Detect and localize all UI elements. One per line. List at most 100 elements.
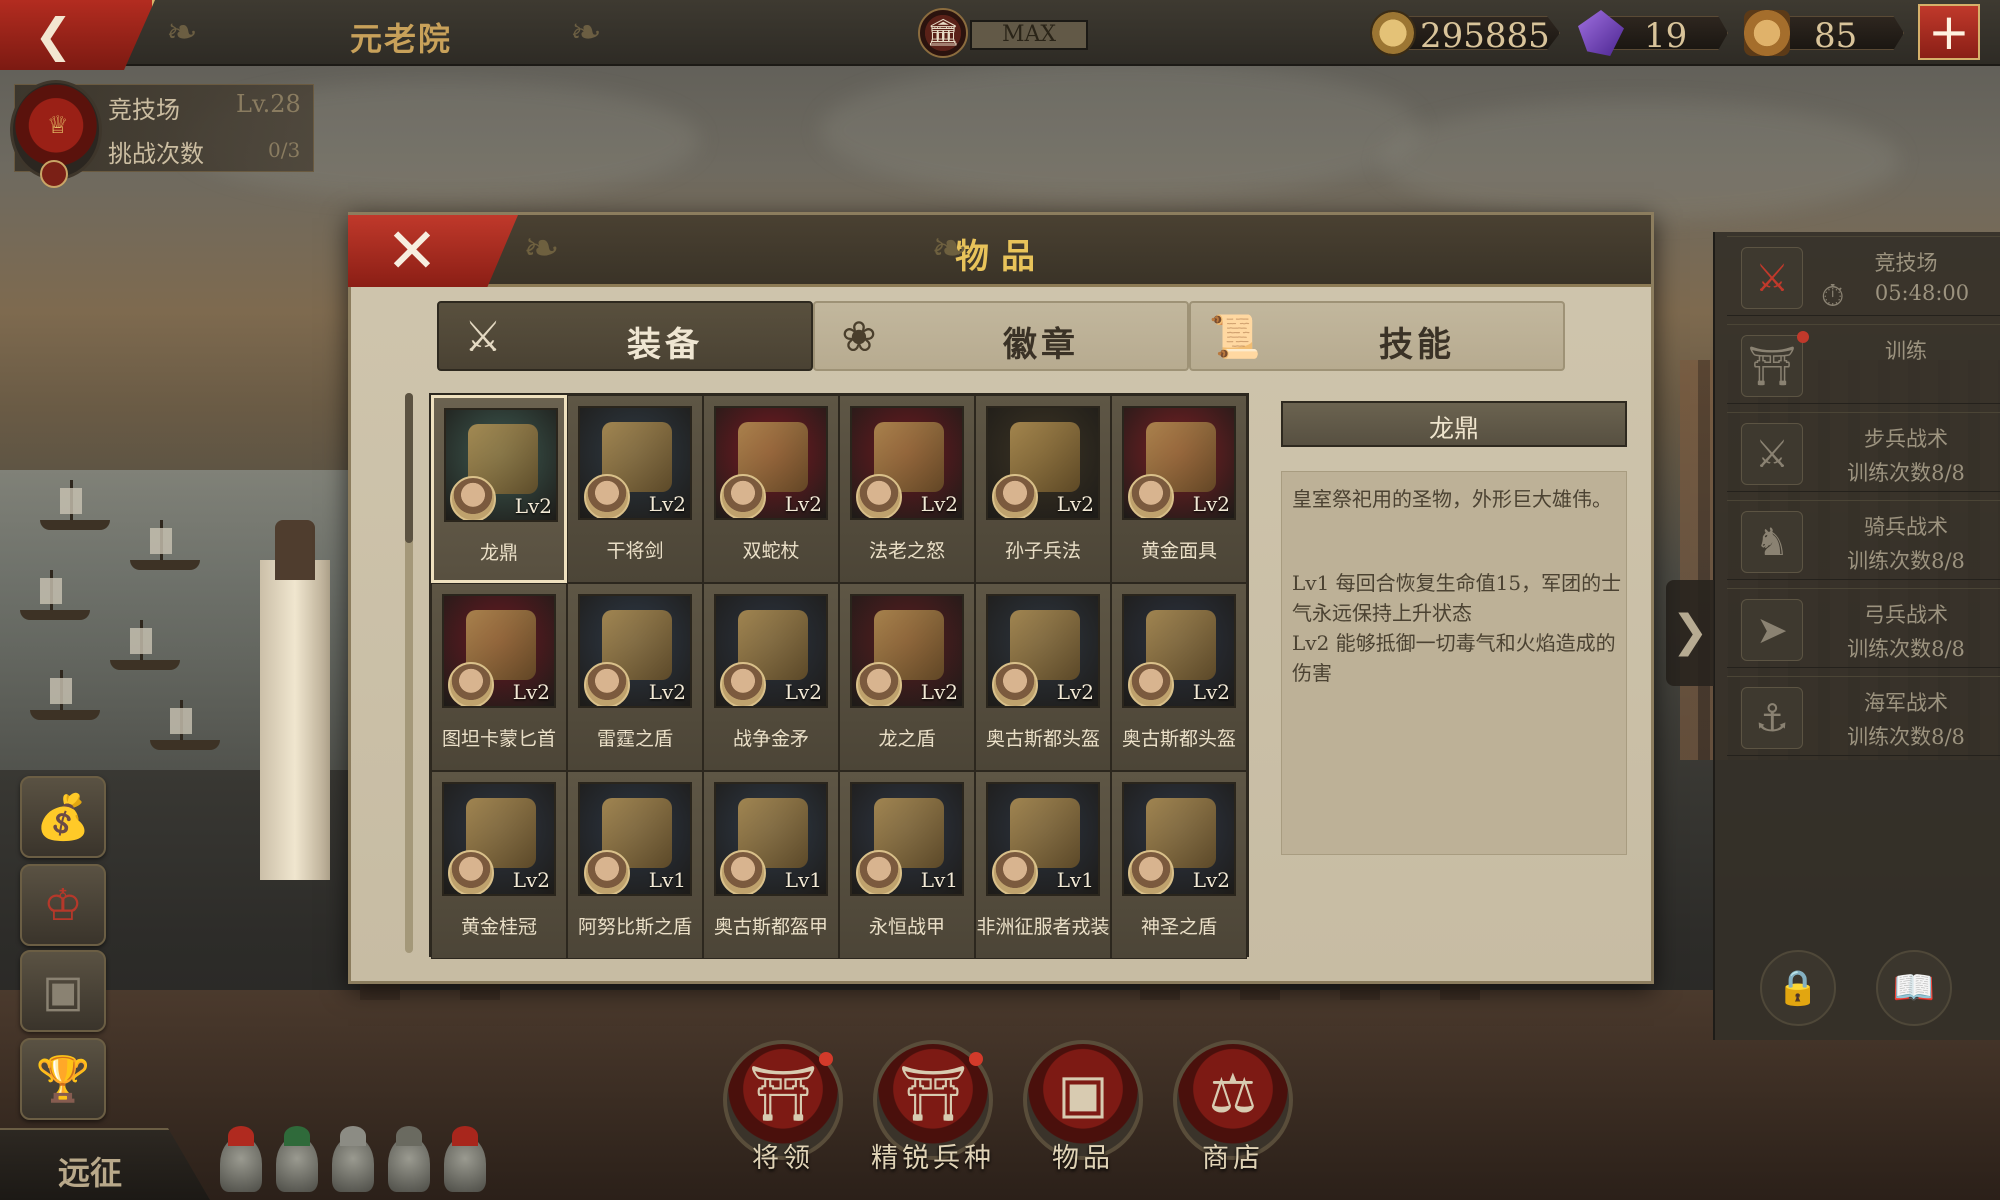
lock-button[interactable]: 🔒 <box>1760 950 1836 1026</box>
item-slot[interactable]: Lv2 法老之怒 <box>839 395 975 583</box>
item-thumbnail: Lv2 <box>850 406 964 520</box>
crown-icon: ♔ <box>43 880 83 931</box>
item-level: Lv2 <box>920 492 958 516</box>
laurel-crown-button[interactable]: ♔ <box>20 864 106 946</box>
item-slot[interactable]: Lv1 永恒战甲 <box>839 771 975 959</box>
item-slot[interactable]: Lv2 图坦卡蒙匕首 <box>431 583 567 771</box>
hero-portrait-icon <box>1128 662 1174 706</box>
item-thumbnail: Lv2 <box>1122 782 1236 896</box>
crossed-swords-icon: ⚔ <box>1741 247 1803 309</box>
rp-cavalry[interactable]: ♞ 骑兵战术 训练次数8/8 <box>1727 500 2000 580</box>
rp-countdown: 05:48:00 <box>1874 281 1970 305</box>
hero-portrait-icon <box>448 850 494 894</box>
item-thumbnail: Lv2 <box>578 406 692 520</box>
building-level: 🏛 MAX <box>918 8 1088 58</box>
hero-portrait-icon <box>450 476 496 520</box>
item-level: Lv2 <box>648 492 686 516</box>
tab-label: 技能 <box>1379 325 1455 365</box>
plus-icon: + <box>1928 3 1970 61</box>
laurel-right-icon: ❧ <box>931 223 968 274</box>
trophy-button[interactable]: 🏆 <box>20 1038 106 1120</box>
rp-training[interactable]: ⛩ 训练 <box>1727 324 2000 404</box>
building-level-bar: MAX <box>970 20 1088 50</box>
helmet-icon <box>220 1126 262 1192</box>
hero-portrait-icon <box>720 474 766 518</box>
rp-title: 骑兵战术 <box>1864 515 1948 539</box>
tab-equipment[interactable]: ⚔ 装备 <box>437 301 813 371</box>
back-button[interactable]: ❮ <box>0 0 155 70</box>
item-slot[interactable]: Lv2 孙子兵法 <box>975 395 1111 583</box>
gold-resource[interactable]: 295885 <box>1370 10 1560 56</box>
item-slot[interactable]: Lv2 双蛇杖 <box>703 395 839 583</box>
gem-resource[interactable]: 19 <box>1578 10 1728 56</box>
building-title: 元老院 <box>350 20 453 58</box>
item-thumbnail: Lv2 <box>986 406 1100 520</box>
item-level: Lv2 <box>1056 492 1094 516</box>
hero-portrait-icon <box>992 850 1038 894</box>
item-name: 战争金矛 <box>732 728 809 750</box>
rp-arena[interactable]: ⚔ 竞技场 ⏱ 05:48:00 <box>1727 236 2000 316</box>
laurel-right-icon: ❧ <box>570 10 602 54</box>
tab-skills[interactable]: 📜 技能 <box>1189 301 1565 371</box>
item-name: 奥古斯都头盔 <box>1121 728 1236 750</box>
hero-portrait-icon <box>720 662 766 706</box>
rp-title: 弓兵战术 <box>1864 603 1948 627</box>
skill-scroll-icon: 📜 <box>1208 312 1262 361</box>
item-thumbnail: Lv1 <box>850 782 964 896</box>
item-level: Lv2 <box>920 680 958 704</box>
spqr-eagle-icon <box>1744 10 1790 56</box>
rp-infantry[interactable]: ⚔ 步兵战术 训练次数8/8 <box>1727 412 2000 492</box>
rp-title: 步兵战术 <box>1864 427 1948 451</box>
right-training-panel: ⚔ 竞技场 ⏱ 05:48:00 ⛩ 训练 ⚔ 步兵战术 训练次数8/8 ♞ 骑… <box>1713 232 2000 1040</box>
hero-portrait-icon <box>584 850 630 894</box>
item-slot[interactable]: Lv2 干将剑 <box>567 395 703 583</box>
item-level: Lv2 <box>512 868 550 892</box>
item-slot[interactable]: Lv2 龙鼎 <box>431 395 567 583</box>
sword-icon: ⚔ <box>1741 423 1803 485</box>
spqr-value: 85 <box>1814 16 1858 56</box>
item-thumbnail: Lv1 <box>986 782 1100 896</box>
hero-portrait-icon <box>448 662 494 706</box>
item-slot[interactable]: Lv2 奥古斯都头盔 <box>1111 583 1247 771</box>
money-bag-icon: 💰 <box>35 792 91 843</box>
expand-panel-button[interactable]: ❯ <box>1666 580 1714 686</box>
item-slot[interactable]: Lv2 神圣之盾 <box>1111 771 1247 959</box>
item-slot[interactable]: Lv2 黄金面具 <box>1111 395 1247 583</box>
item-slot[interactable]: Lv2 雷霆之盾 <box>567 583 703 771</box>
helmet-icon <box>332 1126 374 1192</box>
book-button[interactable]: 📖 <box>1876 950 1952 1026</box>
item-level: Lv2 <box>512 680 550 704</box>
arena-name: 竞技场 <box>108 96 180 124</box>
item-level: Lv2 <box>1192 680 1230 704</box>
gold-value: 295885 <box>1420 16 1550 56</box>
item-slot[interactable]: Lv2 龙之盾 <box>839 583 975 771</box>
add-resource-button[interactable]: + <box>1918 4 1980 60</box>
detail-panel: 皇室祭祀用的圣物，外形巨大雄伟。 Lv1 每回合恢复生命值15，军团的士气永远保… <box>1281 471 1627 855</box>
item-slot[interactable]: Lv2 黄金桂冠 <box>431 771 567 959</box>
money-bag-button[interactable]: 💰 <box>20 776 106 858</box>
spqr-resource[interactable]: 85 <box>1744 10 1904 56</box>
item-name: 龙之盾 <box>878 728 936 750</box>
item-level: Lv2 <box>784 680 822 704</box>
arena-sub-badge-icon <box>40 160 68 188</box>
treasure-chest-button[interactable]: ▣ <box>20 950 106 1032</box>
hero-portrait-icon <box>584 662 630 706</box>
item-thumbnail: Lv2 <box>442 782 556 896</box>
helmet-icon <box>444 1126 486 1192</box>
hero-portrait-icon <box>720 850 766 894</box>
item-name: 黄金面具 <box>1140 540 1217 562</box>
helmet-icon <box>276 1126 318 1192</box>
item-slot[interactable]: Lv2 战争金矛 <box>703 583 839 771</box>
item-slot[interactable]: Lv1 非洲征服者戎装 <box>975 771 1111 959</box>
scrollbar-thumb[interactable] <box>405 393 413 543</box>
item-slot[interactable]: Lv2 奥古斯都头盔 <box>975 583 1111 771</box>
tab-label: 徽章 <box>1003 325 1079 365</box>
notification-dot <box>819 1052 833 1066</box>
item-slot[interactable]: Lv1 阿努比斯之盾 <box>567 771 703 959</box>
rp-navy[interactable]: ⚓ 海军战术 训练次数8/8 <box>1727 676 2000 756</box>
shop-label: 商店 <box>1202 1143 1264 1174</box>
tab-badges[interactable]: ❀ 徽章 <box>813 301 1189 371</box>
rp-archer[interactable]: ➤ 弓兵战术 训练次数8/8 <box>1727 588 2000 668</box>
item-slot[interactable]: Lv1 奥古斯都盔甲 <box>703 771 839 959</box>
detail-item-name: 龙鼎 <box>1428 414 1479 443</box>
